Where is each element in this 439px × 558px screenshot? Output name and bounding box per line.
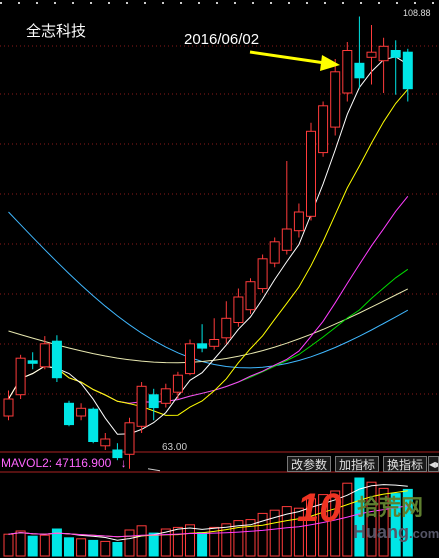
candle-body <box>245 281 256 311</box>
watermark-big: 10 <box>297 486 342 530</box>
low-price-marker <box>147 468 161 472</box>
ma-long-cyan <box>8 211 409 369</box>
candle-body <box>185 343 195 375</box>
candle-body <box>39 343 50 368</box>
volume-indicator-label: MAVOL2: 47116.900 ↓ <box>1 456 127 470</box>
ma-magenta <box>8 195 409 404</box>
candle-body <box>27 360 38 364</box>
volume-indicator-name: MAVOL2: <box>1 456 53 470</box>
annotation-date-label: 2016/06/02 <box>184 31 260 48</box>
candle-body <box>3 398 14 417</box>
candle-body <box>257 258 268 290</box>
volume-bar <box>3 533 14 557</box>
volume-bar <box>124 529 135 557</box>
candle-body <box>197 343 208 349</box>
candle-body <box>160 388 171 404</box>
candle-body <box>342 50 353 94</box>
volume-arrow-icon: ↓ <box>120 456 127 470</box>
candle-body <box>124 422 135 455</box>
price-low-label: 63.00 <box>162 442 188 453</box>
modify-params-button[interactable]: 改参数 <box>287 456 332 472</box>
candlestick-chart <box>0 2 439 557</box>
volume-bar <box>64 537 74 557</box>
candle-body <box>293 211 304 232</box>
switch-indicator-button[interactable]: 换指标 <box>383 456 428 472</box>
candle-body <box>100 438 111 447</box>
scroll-arrows-button[interactable]: ◀▶ <box>428 456 439 472</box>
price-high-label: 108.88 <box>403 8 431 18</box>
candle-body <box>221 317 232 339</box>
candle-body <box>64 402 74 426</box>
add-indicator-button[interactable]: 加指标 <box>335 456 380 472</box>
watermark-logo: 10 拾荒网 Huang.com <box>297 486 439 556</box>
candle-body <box>233 296 244 323</box>
candle-body <box>402 51 413 90</box>
candle-body <box>354 62 365 79</box>
candle-body <box>148 394 159 409</box>
stock-chart-window: 全志科技 2016/06/02 108.88 63.00 MAVOL2: 471… <box>0 0 439 558</box>
volume-indicator-value: 47116.900 <box>55 456 112 470</box>
candle-body <box>136 385 147 427</box>
volume-bar <box>185 524 195 557</box>
candle-body <box>330 71 341 128</box>
candle-body <box>378 45 389 62</box>
ma-pale <box>8 288 409 364</box>
candle-body <box>51 340 62 379</box>
volume-bar <box>148 532 159 557</box>
watermark-cn: 拾荒网 <box>357 496 424 521</box>
candle-body <box>88 408 99 443</box>
watermark-en-text: Huang <box>353 522 409 542</box>
volume-bar <box>136 525 147 557</box>
volume-bar <box>27 535 38 557</box>
ma-green <box>8 268 409 404</box>
candle-body <box>281 228 292 251</box>
volume-bar <box>197 532 208 557</box>
candle-body <box>172 374 183 393</box>
volume-bar <box>100 540 111 557</box>
volume-bar <box>15 530 26 557</box>
annotation-arrow <box>249 50 326 65</box>
volume-bar <box>172 526 183 557</box>
volume-bar <box>112 542 123 557</box>
candle-body <box>318 105 329 154</box>
candle-body <box>269 241 280 264</box>
candle-body <box>306 130 316 217</box>
watermark-domain: .com <box>409 526 439 541</box>
candle-body <box>76 407 87 417</box>
annotation-arrow-head <box>320 55 340 71</box>
candle-body <box>209 339 220 347</box>
volume-bar <box>88 539 99 557</box>
volume-bar <box>39 534 50 557</box>
volume-bar <box>76 538 87 557</box>
watermark-en: Huang.com <box>353 522 439 543</box>
candle-body <box>366 51 377 58</box>
candle-body <box>15 357 26 396</box>
candle-body <box>390 50 401 58</box>
stock-name-label: 全志科技 <box>26 22 87 40</box>
